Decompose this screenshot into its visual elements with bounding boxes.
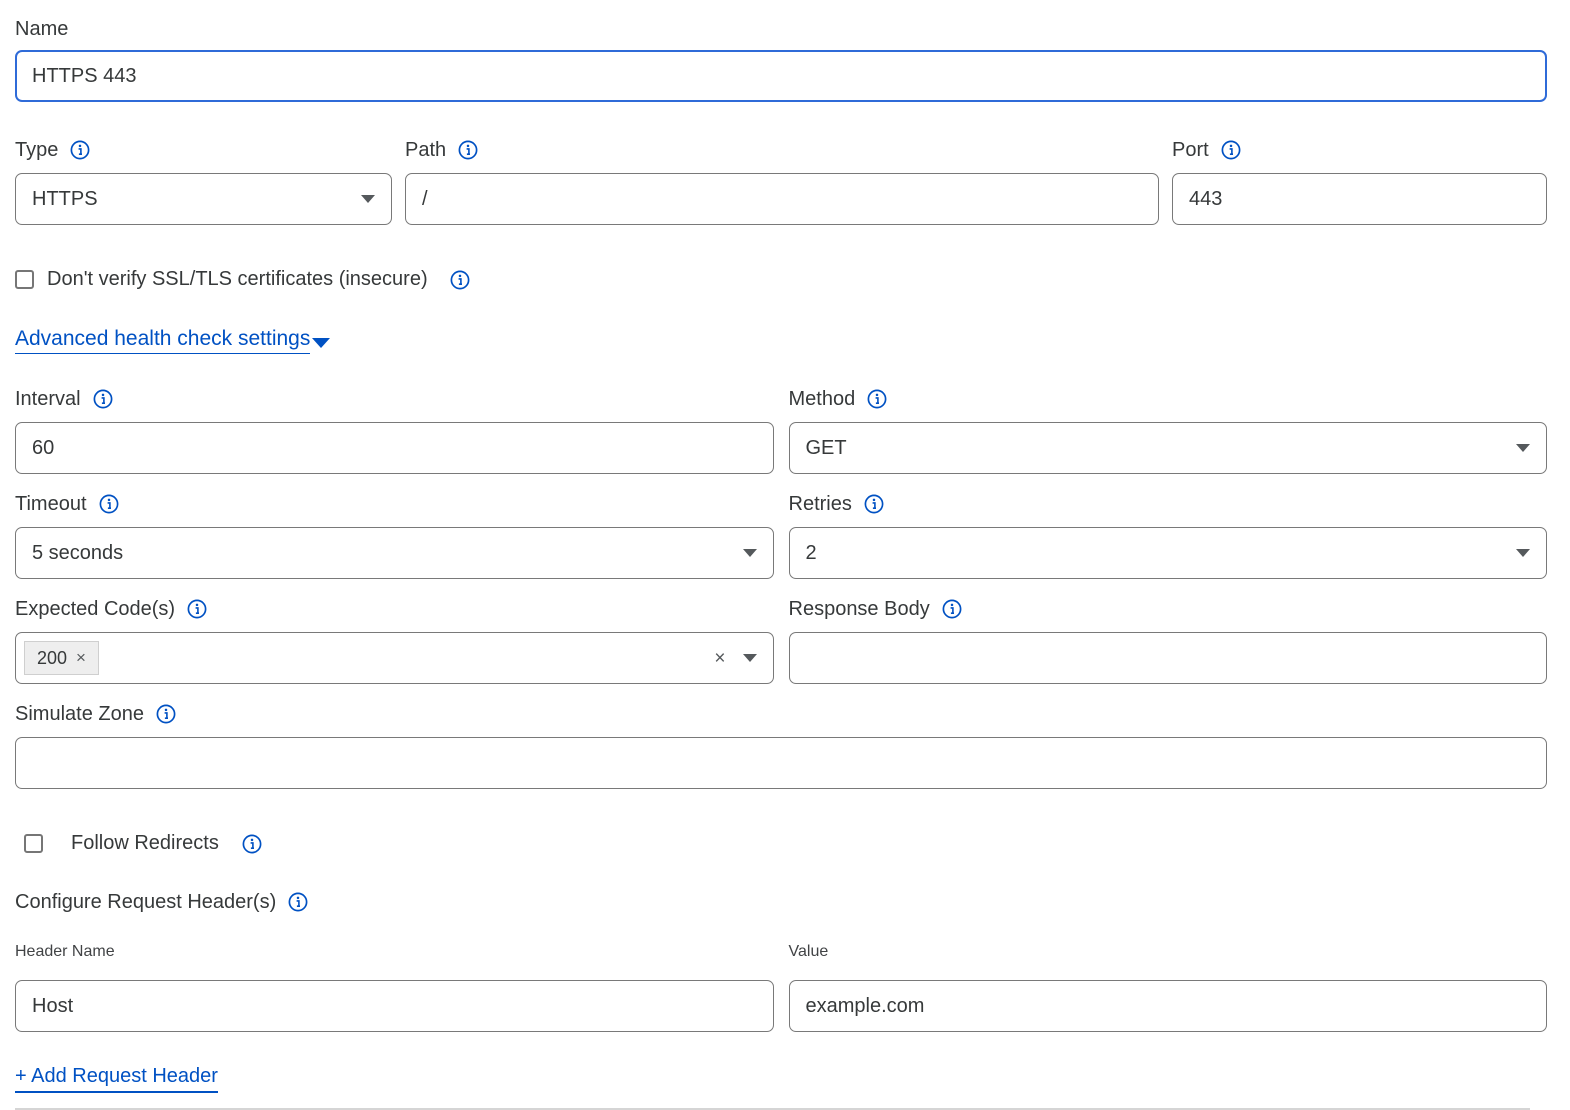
timeout-select-value: 5 seconds — [32, 542, 123, 565]
interval-label: Interval — [15, 388, 774, 410]
response-body-label: Response Body — [789, 598, 1548, 620]
name-input[interactable] — [15, 50, 1547, 102]
advanced-settings-link[interactable]: Advanced health check settings — [15, 327, 330, 354]
expected-codes-multiselect[interactable]: 200 × × — [15, 632, 774, 684]
timeout-label: Timeout — [15, 493, 774, 515]
header-name-input[interactable] — [15, 980, 774, 1032]
retries-select[interactable]: 2 — [789, 527, 1548, 579]
info-icon[interactable] — [156, 704, 176, 724]
chevron-down-icon — [312, 338, 330, 348]
follow-redirects-label: Follow Redirects — [71, 832, 219, 855]
path-label: Path — [405, 139, 1159, 161]
chevron-down-icon — [1516, 444, 1530, 452]
method-select-value: GET — [806, 437, 847, 460]
header-value-label: Value — [789, 943, 1548, 960]
info-icon[interactable] — [867, 389, 887, 409]
info-icon[interactable] — [288, 892, 308, 912]
info-icon[interactable] — [93, 389, 113, 409]
add-request-header-link[interactable]: + Add Request Header — [15, 1065, 218, 1093]
port-label: Port — [1172, 139, 1547, 161]
type-label: Type — [15, 139, 392, 161]
simulate-zone-input[interactable] — [15, 737, 1547, 789]
chevron-down-icon — [743, 549, 757, 557]
info-icon[interactable] — [70, 140, 90, 160]
code-tag: 200 × — [24, 641, 99, 675]
method-select[interactable]: GET — [789, 422, 1548, 474]
timeout-select[interactable]: 5 seconds — [15, 527, 774, 579]
chevron-down-icon[interactable] — [743, 654, 757, 662]
follow-redirects-checkbox[interactable] — [24, 834, 43, 853]
remove-tag-icon[interactable]: × — [76, 648, 86, 668]
type-select-value: HTTPS — [32, 188, 98, 211]
path-input[interactable] — [405, 173, 1159, 225]
name-label: Name — [15, 18, 1547, 40]
expected-codes-label: Expected Code(s) — [15, 598, 774, 620]
response-body-input[interactable] — [789, 632, 1548, 684]
type-select[interactable]: HTTPS — [15, 173, 392, 225]
ssl-verify-label: Don't verify SSL/TLS certificates (insec… — [47, 268, 428, 291]
code-tag-text: 200 — [37, 648, 67, 669]
port-input[interactable] — [1172, 173, 1547, 225]
info-icon[interactable] — [242, 834, 262, 854]
header-value-input[interactable] — [789, 980, 1548, 1032]
info-icon[interactable] — [99, 494, 119, 514]
chevron-down-icon — [1516, 549, 1530, 557]
retries-label: Retries — [789, 493, 1548, 515]
interval-input[interactable] — [15, 422, 774, 474]
request-header-row — [15, 980, 1547, 1032]
simulate-zone-label: Simulate Zone — [15, 703, 1547, 725]
info-icon[interactable] — [187, 599, 207, 619]
info-icon[interactable] — [864, 494, 884, 514]
ssl-verify-checkbox[interactable] — [15, 270, 34, 289]
method-label: Method — [789, 388, 1548, 410]
chevron-down-icon — [361, 195, 375, 203]
info-icon[interactable] — [450, 270, 470, 290]
info-icon[interactable] — [1221, 140, 1241, 160]
clear-all-icon[interactable]: × — [714, 649, 725, 668]
retries-select-value: 2 — [806, 542, 817, 565]
configure-request-headers-label: Configure Request Header(s) — [15, 891, 1547, 913]
info-icon[interactable] — [942, 599, 962, 619]
health-check-form: Name Type Path Port HTTPS — [0, 0, 1570, 1110]
header-name-label: Header Name — [15, 943, 774, 960]
info-icon[interactable] — [458, 140, 478, 160]
